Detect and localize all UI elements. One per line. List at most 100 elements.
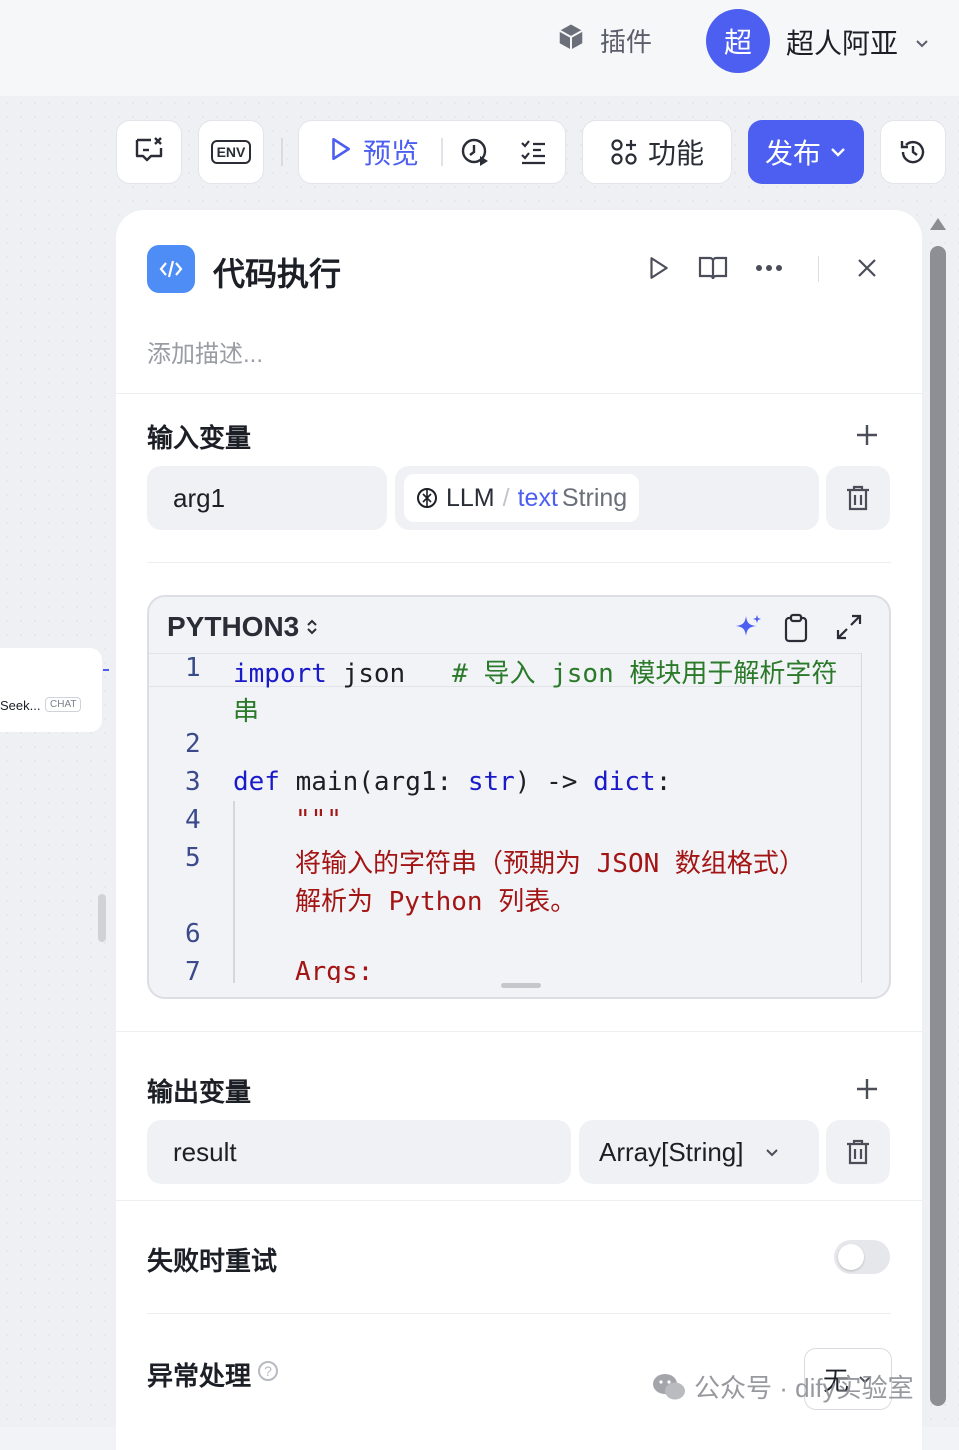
trash-icon (845, 1138, 871, 1166)
env-icon: ENV (210, 140, 252, 164)
user-menu[interactable]: 超人阿亚 (786, 22, 930, 62)
code-resize-handle[interactable] (501, 983, 541, 988)
delete-input-button[interactable] (826, 466, 890, 530)
user-name: 超人阿亚 (786, 28, 899, 59)
line-number: 7 (185, 957, 201, 983)
divider (147, 562, 891, 563)
plugin-button[interactable]: 插件 (556, 22, 652, 58)
help-icon[interactable]: ? (258, 1361, 278, 1381)
checklist-icon[interactable] (519, 138, 547, 166)
preview-divider (441, 138, 444, 166)
publish-button[interactable]: 发布 (748, 120, 864, 184)
add-input-button[interactable] (852, 420, 882, 450)
code-node-icon (147, 245, 195, 293)
trash-icon (845, 484, 871, 512)
line-number: 3 (185, 767, 201, 797)
scroll-up-arrow-icon[interactable] (930, 218, 946, 230)
delete-output-button[interactable] (826, 1120, 890, 1184)
canvas-node-card[interactable] (0, 648, 102, 732)
divider (116, 1200, 922, 1201)
run-history-icon[interactable] (459, 136, 491, 168)
line-number: 1 (185, 653, 201, 683)
exception-handling-label: 异常处理 (147, 1361, 252, 1391)
output-type: Array[String] (599, 1136, 744, 1167)
page-scrollbar-thumb[interactable] (930, 246, 946, 1406)
divider (116, 393, 922, 394)
ref-source: LLM (446, 483, 495, 512)
input-variables-title: 输入变量 (147, 423, 252, 453)
toolbar-divider (281, 138, 283, 166)
add-output-button[interactable] (852, 1074, 882, 1104)
node-title[interactable]: 代码执行 (213, 249, 341, 295)
avatar[interactable]: 超 (706, 9, 770, 73)
output-var-name: result (173, 1136, 237, 1167)
language-selector[interactable]: PYTHON3 (167, 611, 319, 643)
retry-on-failure-label: 失败时重试 (147, 1246, 278, 1276)
wechat-icon (652, 1372, 686, 1402)
retry-toggle-knob (838, 1244, 864, 1270)
code-line: """ (295, 805, 342, 835)
preview-group: 预览 (298, 120, 566, 184)
line-number: 6 (185, 919, 201, 949)
panel-resize-handle[interactable] (98, 894, 106, 942)
publish-label: 发布 (764, 138, 821, 169)
docs-book-icon[interactable] (697, 252, 729, 284)
env-button[interactable]: ENV (198, 120, 264, 184)
output-var-name-field[interactable]: result (147, 1120, 571, 1184)
chevron-down-icon (764, 1144, 780, 1160)
run-node-icon[interactable] (642, 252, 674, 284)
comment-button[interactable] (116, 120, 182, 184)
header-divider (818, 256, 819, 282)
divider (116, 1031, 922, 1032)
language-label: PYTHON3 (167, 611, 300, 642)
line-number: 2 (185, 729, 201, 759)
indent-guide (233, 801, 235, 983)
code-line: def main(arg1: str) -> dict: (233, 767, 672, 797)
output-variables-title: 输出变量 (147, 1077, 252, 1107)
apps-icon (610, 138, 638, 166)
line-number: 5 (185, 843, 201, 873)
variable-reference-chip[interactable]: LLM / text String (404, 474, 640, 522)
plugin-label: 插件 (600, 26, 653, 57)
canvas-node-label: Seek... (0, 698, 41, 713)
chevron-down-icon (829, 143, 847, 161)
more-options-icon[interactable] (753, 252, 785, 284)
cube-icon (556, 22, 586, 59)
copy-clipboard-icon[interactable] (783, 613, 809, 643)
canvas-node-chip: CHAT (45, 697, 82, 712)
llm-node-icon (416, 487, 438, 509)
ref-type: String (561, 483, 628, 512)
comment-x-icon (133, 134, 165, 171)
features-label: 功能 (647, 138, 704, 169)
code-line-wrap: 解析为 Python 列表。 (295, 887, 577, 917)
history-icon (898, 137, 928, 167)
divider (147, 1313, 891, 1314)
watermark-text: 公众号 · dify实验室 (694, 1373, 914, 1403)
ref-separator: / (502, 483, 510, 512)
features-button[interactable]: 功能 (582, 120, 732, 184)
ai-sparkle-icon[interactable] (733, 613, 763, 643)
close-icon[interactable] (851, 252, 883, 284)
input-var-name: arg1 (173, 482, 226, 513)
expand-icon[interactable] (835, 613, 863, 641)
ref-variable: text (517, 483, 558, 512)
sort-updown-icon (305, 617, 319, 637)
code-line: import json # 导入 json 模块用于解析字符 (233, 659, 838, 689)
version-history-button[interactable] (880, 120, 946, 184)
node-connector[interactable] (103, 669, 109, 671)
code-line: Args: (295, 957, 374, 983)
output-type-select[interactable]: Array[String] (579, 1120, 819, 1184)
input-var-name-field[interactable]: arg1 (147, 466, 387, 530)
code-editor[interactable]: PYTHON3 1 import json # 导入 json 模块用于解析字符… (147, 595, 891, 999)
description-input[interactable]: 添加描述... (147, 334, 263, 369)
preview-label: 预览 (363, 138, 420, 169)
chevron-down-icon (914, 26, 930, 58)
line-number: 4 (185, 805, 201, 835)
code-scrollbar-edge (861, 653, 862, 983)
play-icon (327, 136, 353, 169)
preview-button[interactable]: 预览 (327, 132, 419, 172)
code-lines[interactable]: 1 import json # 导入 json 模块用于解析字符 串 2 3 d… (149, 653, 861, 983)
code-line: 将输入的字符串（预期为 JSON 数组格式） (295, 849, 805, 879)
code-line-wrap: 串 (233, 697, 260, 727)
watermark: 公众号 · dify实验室 (652, 1368, 914, 1405)
